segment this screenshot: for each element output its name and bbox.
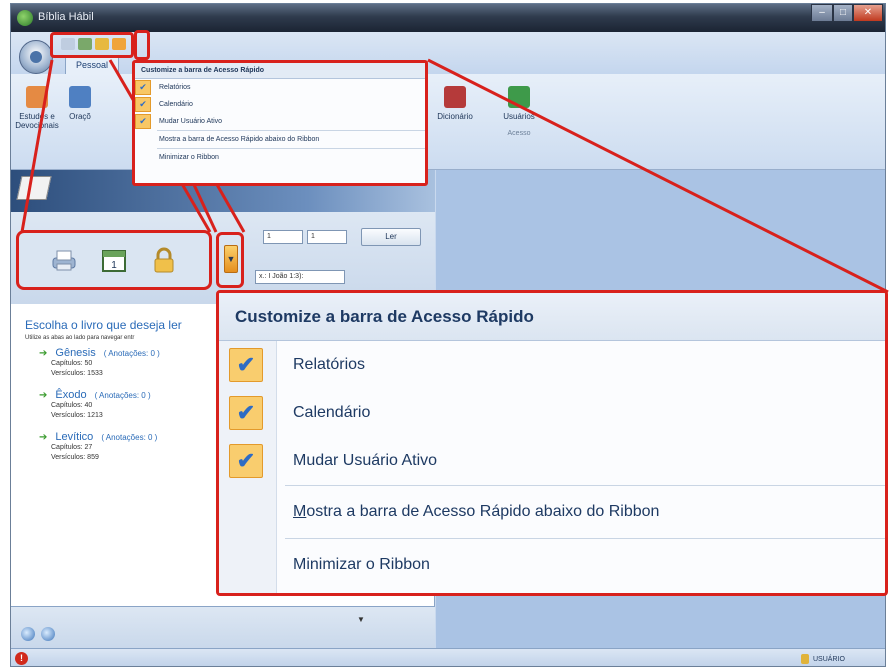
ribbon-button-usuarios[interactable]: Usuários Acesso (497, 80, 541, 137)
ribbon-label-usuarios: Usuários (503, 112, 535, 121)
arrow-right-icon: ➔ (39, 348, 48, 359)
qat-customize-menu-large: Customize a barra de Acesso Rápido ✔ Rel… (216, 290, 888, 596)
large-menu-body: ✔ Relatórios ✔ Calendário ✔ Mudar Usuári… (219, 341, 885, 593)
user-icon (801, 654, 809, 664)
tab-pessoal[interactable]: Pessoal (65, 55, 119, 75)
back-icon[interactable] (21, 627, 35, 641)
book-annotations: ( Anotações: 0 ) (103, 349, 160, 358)
ribbon-label-oracoes: Oraçõ (69, 112, 91, 121)
application-orb-button[interactable] (19, 40, 53, 74)
book-name[interactable]: Levítico (55, 431, 93, 443)
arrow-right-icon: ➔ (39, 432, 48, 443)
left-pane-footer: ▼ (11, 606, 435, 648)
users-icon (508, 86, 530, 108)
qat-customize-menu-small: Customize a barra de Acesso Rápido ✔ Rel… (132, 60, 428, 186)
menu-item-minimizar-ribbon[interactable]: Minimizar o Ribbon (135, 149, 425, 166)
book-annotations: ( Anotações: 0 ) (101, 433, 158, 442)
check-icon: ✔ (229, 396, 263, 430)
chevron-down-icon[interactable]: ▼ (224, 245, 238, 273)
arrow-right-icon: ➔ (39, 390, 48, 401)
calendar-icon[interactable]: 1 (100, 246, 128, 274)
menu-item-minimizar-ribbon[interactable]: Minimizar o Ribbon (219, 539, 885, 591)
minimize-button[interactable]: – (811, 4, 833, 22)
large-menu-title: Customize a barra de Acesso Rápido (219, 293, 885, 341)
maximize-button[interactable]: □ (833, 4, 853, 22)
check-icon: ✔ (229, 444, 263, 478)
menu-item-relatorios[interactable]: ✔ Relatórios (219, 341, 885, 389)
chapter-select[interactable]: 1 (263, 230, 303, 244)
app-icon (17, 10, 33, 26)
window-title: Bíblia Hábil (38, 11, 94, 23)
book-annotations: ( Anotações: 0 ) (94, 391, 151, 400)
ribbon-label-estudos: Estudos e Devocionais (15, 112, 59, 130)
close-button[interactable]: ✕ (853, 4, 883, 22)
orb-logo-icon (30, 51, 42, 63)
lock-icon[interactable] (150, 246, 178, 274)
small-menu-title: Customize a barra de Acesso Rápido (135, 63, 425, 79)
ribbon-label-dicionario: Dicionário (437, 112, 473, 121)
bible-book-icon (16, 176, 52, 200)
qat-zoom-callout: 1 (16, 230, 212, 290)
menu-item-mostrar-abaixo[interactable]: Mostra a barra de Acesso Rápido abaixo d… (219, 486, 885, 538)
menu-item-mostrar-abaixo[interactable]: Mostra a barra de Acesso Rápido abaixo d… (135, 131, 425, 148)
check-icon: ✔ (135, 97, 151, 112)
title-bar: Bíblia Hábil – □ ✕ (11, 4, 885, 32)
ribbon-group-caption: Acesso (507, 130, 531, 137)
study-icon (26, 86, 48, 108)
menu-item-mudar-usuario[interactable]: ✔ Mudar Usuário Ativo (135, 113, 425, 130)
status-user-label: USUÁRIO (813, 655, 845, 663)
svg-text:1: 1 (111, 260, 117, 271)
reference-input[interactable]: x.: I João 1:3): (255, 270, 345, 284)
scroll-down-icon[interactable]: ▼ (357, 615, 365, 624)
check-icon: ✔ (135, 114, 151, 129)
book-name[interactable]: Êxodo (55, 389, 86, 401)
status-user: USUÁRIO (801, 654, 845, 664)
ribbon-button-dicionario[interactable]: Dicionário (429, 80, 481, 121)
prayer-icon (69, 86, 91, 108)
ribbon-button-oracoes[interactable]: Oraçõ (63, 80, 97, 121)
reports-icon[interactable] (50, 246, 78, 274)
check-icon: ✔ (229, 348, 263, 382)
ler-button[interactable]: Ler (361, 228, 421, 246)
verse-select[interactable]: 1 (307, 230, 347, 244)
qat-dropdown-highlight (134, 30, 150, 60)
dictionary-icon (444, 86, 466, 108)
book-name[interactable]: Gênesis (55, 347, 95, 359)
status-bar: ! USUÁRIO (11, 648, 885, 666)
ribbon-button-estudos[interactable]: Estudos e Devocionais (15, 80, 59, 130)
menu-item-relatorios[interactable]: ✔ Relatórios (135, 79, 425, 96)
qat-highlight (50, 32, 134, 58)
error-icon[interactable]: ! (15, 652, 28, 665)
check-icon: ✔ (135, 80, 151, 95)
qat-dropdown-callout: ▼ (216, 232, 244, 288)
forward-icon[interactable] (41, 627, 55, 641)
window-controls: – □ ✕ (811, 4, 883, 22)
menu-item-calendario[interactable]: ✔ Calendário (135, 96, 425, 113)
menu-item-calendario[interactable]: ✔ Calendário (219, 389, 885, 437)
menu-item-mudar-usuario[interactable]: ✔ Mudar Usuário Ativo (219, 437, 885, 485)
